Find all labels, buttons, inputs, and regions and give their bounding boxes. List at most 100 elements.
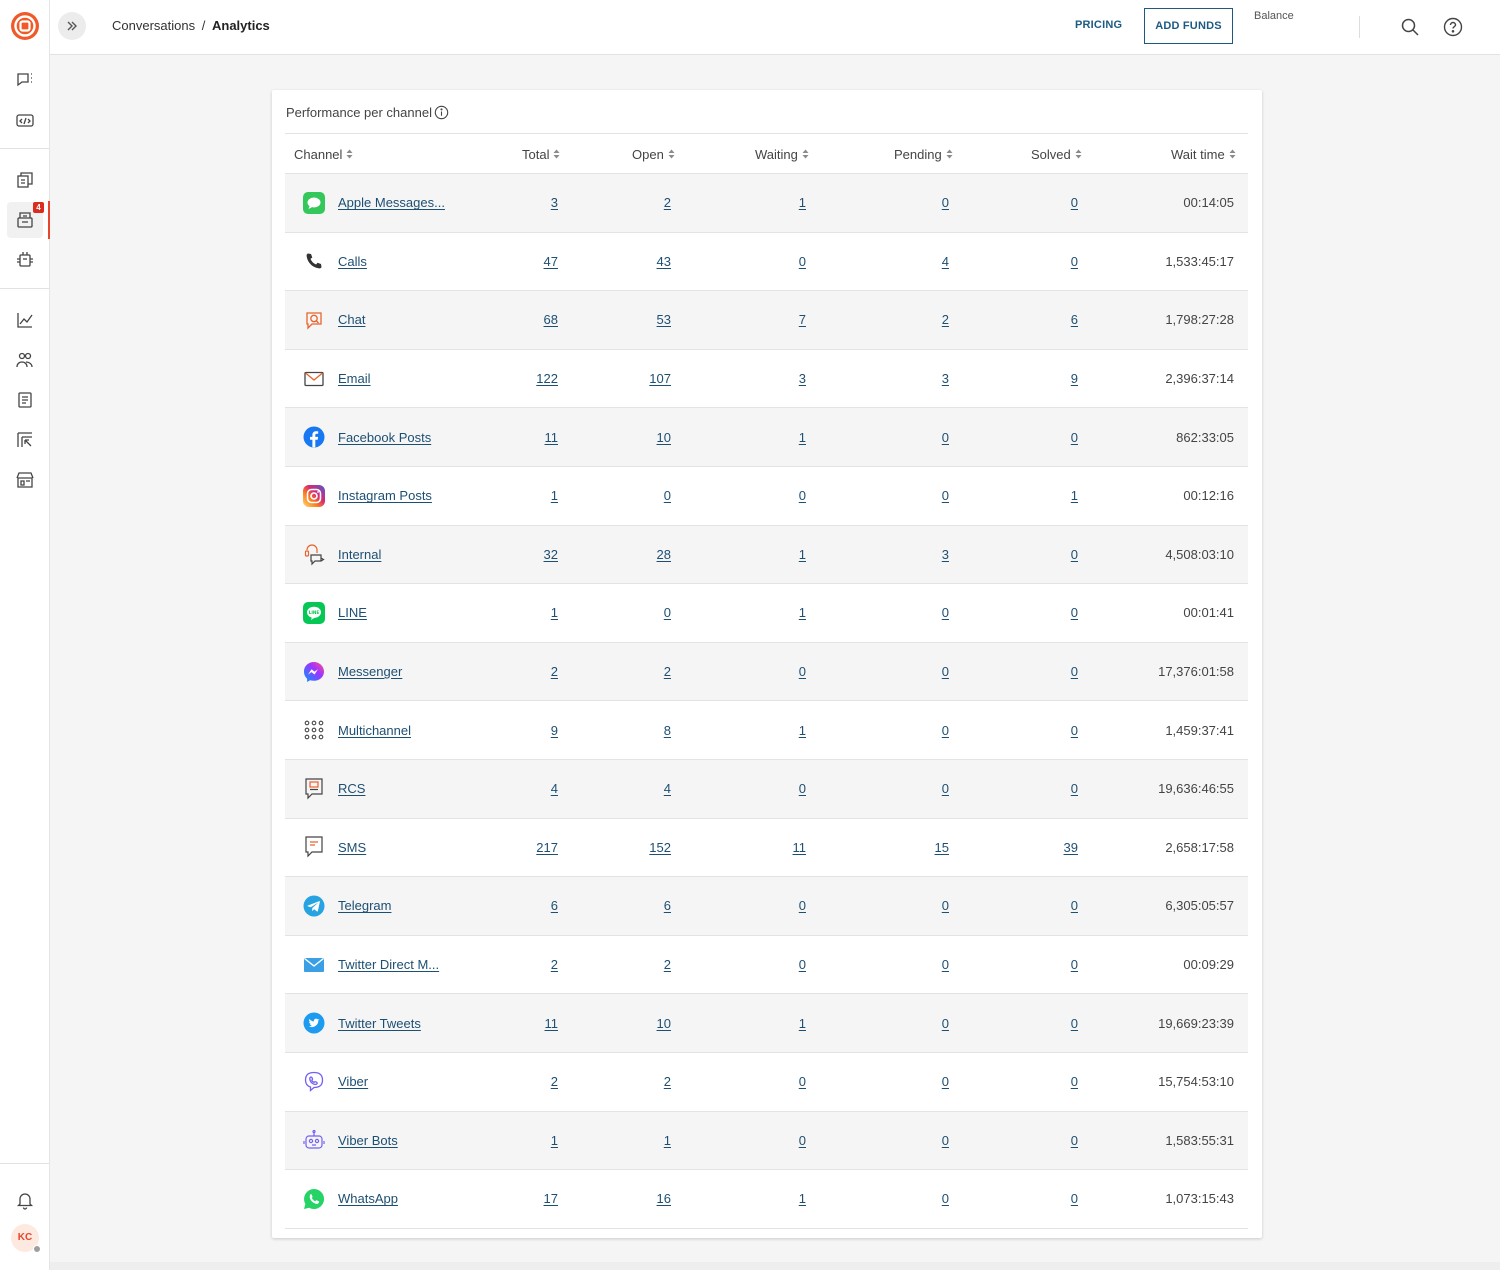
total-link[interactable]: 2	[551, 664, 558, 679]
open-link[interactable]: 4	[664, 781, 671, 796]
column-header-pending[interactable]: Pending	[894, 147, 953, 162]
total-link[interactable]: 17	[544, 1191, 558, 1206]
solved-link[interactable]: 9	[1071, 371, 1078, 386]
pending-link[interactable]: 0	[942, 1191, 949, 1206]
search-icon[interactable]	[1399, 16, 1421, 38]
waiting-link[interactable]: 0	[799, 1074, 806, 1089]
channel-link[interactable]: Messenger	[338, 664, 402, 679]
open-link[interactable]: 2	[664, 664, 671, 679]
waiting-link[interactable]: 0	[799, 488, 806, 503]
open-link[interactable]: 107	[649, 371, 671, 386]
channel-link[interactable]: Facebook Posts	[338, 430, 431, 445]
add-funds-button[interactable]: ADD FUNDS	[1144, 8, 1233, 44]
total-link[interactable]: 122	[536, 371, 558, 386]
total-link[interactable]: 2	[551, 1074, 558, 1089]
copy-icon[interactable]	[9, 164, 41, 196]
solved-link[interactable]: 0	[1071, 547, 1078, 562]
total-link[interactable]: 6	[551, 898, 558, 913]
pending-link[interactable]: 3	[942, 547, 949, 562]
solved-link[interactable]: 1	[1071, 488, 1078, 503]
column-header-channel[interactable]: Channel	[294, 147, 353, 162]
solved-link[interactable]: 0	[1071, 723, 1078, 738]
solved-link[interactable]: 0	[1071, 430, 1078, 445]
total-link[interactable]: 3	[551, 195, 558, 210]
open-link[interactable]: 152	[649, 840, 671, 855]
logo[interactable]	[10, 11, 40, 41]
channel-link[interactable]: Internal	[338, 547, 381, 562]
waiting-link[interactable]: 7	[799, 312, 806, 327]
pending-link[interactable]: 0	[942, 1074, 949, 1089]
waiting-link[interactable]: 1	[799, 195, 806, 210]
pending-link[interactable]: 0	[942, 781, 949, 796]
channel-link[interactable]: Calls	[338, 254, 367, 269]
waiting-link[interactable]: 0	[799, 781, 806, 796]
waiting-link[interactable]: 0	[799, 898, 806, 913]
open-link[interactable]: 43	[657, 254, 671, 269]
total-link[interactable]: 1	[551, 488, 558, 503]
expand-sidebar-button[interactable]	[58, 12, 86, 40]
solved-link[interactable]: 0	[1071, 898, 1078, 913]
open-link[interactable]: 8	[664, 723, 671, 738]
channel-link[interactable]: RCS	[338, 781, 365, 796]
solved-link[interactable]: 6	[1071, 312, 1078, 327]
total-link[interactable]: 4	[551, 781, 558, 796]
pending-link[interactable]: 0	[942, 723, 949, 738]
breadcrumb-parent[interactable]: Conversations	[112, 18, 195, 33]
solved-link[interactable]: 0	[1071, 1133, 1078, 1148]
open-link[interactable]: 0	[664, 605, 671, 620]
channel-link[interactable]: Instagram Posts	[338, 488, 432, 503]
total-link[interactable]: 1	[551, 1133, 558, 1148]
channel-link[interactable]: WhatsApp	[338, 1191, 398, 1206]
solved-link[interactable]: 0	[1071, 195, 1078, 210]
solved-link[interactable]: 0	[1071, 605, 1078, 620]
waiting-link[interactable]: 0	[799, 664, 806, 679]
total-link[interactable]: 11	[545, 430, 559, 445]
waiting-link[interactable]: 0	[799, 254, 806, 269]
channel-link[interactable]: Multichannel	[338, 723, 411, 738]
pending-link[interactable]: 0	[942, 195, 949, 210]
open-link[interactable]: 16	[657, 1191, 671, 1206]
total-link[interactable]: 68	[544, 312, 558, 327]
waiting-link[interactable]: 1	[799, 430, 806, 445]
solved-link[interactable]: 0	[1071, 1074, 1078, 1089]
open-link[interactable]: 10	[657, 1016, 671, 1031]
store-icon[interactable]	[9, 464, 41, 496]
info-icon[interactable]	[434, 105, 449, 120]
total-link[interactable]: 1	[551, 605, 558, 620]
pending-link[interactable]: 0	[942, 430, 949, 445]
waiting-link[interactable]: 3	[799, 371, 806, 386]
open-link[interactable]: 6	[664, 898, 671, 913]
open-link[interactable]: 2	[664, 1074, 671, 1089]
total-link[interactable]: 9	[551, 723, 558, 738]
channel-link[interactable]: Twitter Tweets	[338, 1016, 421, 1031]
pending-link[interactable]: 0	[942, 605, 949, 620]
waiting-link[interactable]: 11	[793, 840, 807, 855]
waiting-link[interactable]: 1	[799, 1016, 806, 1031]
waiting-link[interactable]: 1	[799, 547, 806, 562]
channel-link[interactable]: Twitter Direct M...	[338, 957, 439, 972]
bell-icon[interactable]	[9, 1184, 41, 1216]
channel-link[interactable]: Viber	[338, 1074, 368, 1089]
pending-link[interactable]: 0	[942, 898, 949, 913]
column-header-solved[interactable]: Solved	[1031, 147, 1082, 162]
pending-link[interactable]: 0	[942, 488, 949, 503]
book-icon[interactable]	[9, 384, 41, 416]
pending-link[interactable]: 0	[942, 1016, 949, 1031]
channel-link[interactable]: Email	[338, 371, 371, 386]
bot-icon[interactable]	[9, 244, 41, 276]
total-link[interactable]: 2	[551, 957, 558, 972]
open-link[interactable]: 28	[657, 547, 671, 562]
channel-link[interactable]: Telegram	[338, 898, 391, 913]
waiting-link[interactable]: 1	[799, 605, 806, 620]
pending-link[interactable]: 15	[935, 840, 949, 855]
open-link[interactable]: 2	[664, 957, 671, 972]
pending-link[interactable]: 0	[942, 664, 949, 679]
pricing-link[interactable]: PRICING	[1075, 19, 1122, 31]
open-link[interactable]: 10	[657, 430, 671, 445]
solved-link[interactable]: 0	[1071, 1016, 1078, 1031]
solved-link[interactable]: 0	[1071, 254, 1078, 269]
chart-icon[interactable]	[9, 304, 41, 336]
total-link[interactable]: 32	[544, 547, 558, 562]
open-link[interactable]: 2	[664, 195, 671, 210]
conversations-icon[interactable]	[9, 64, 41, 96]
